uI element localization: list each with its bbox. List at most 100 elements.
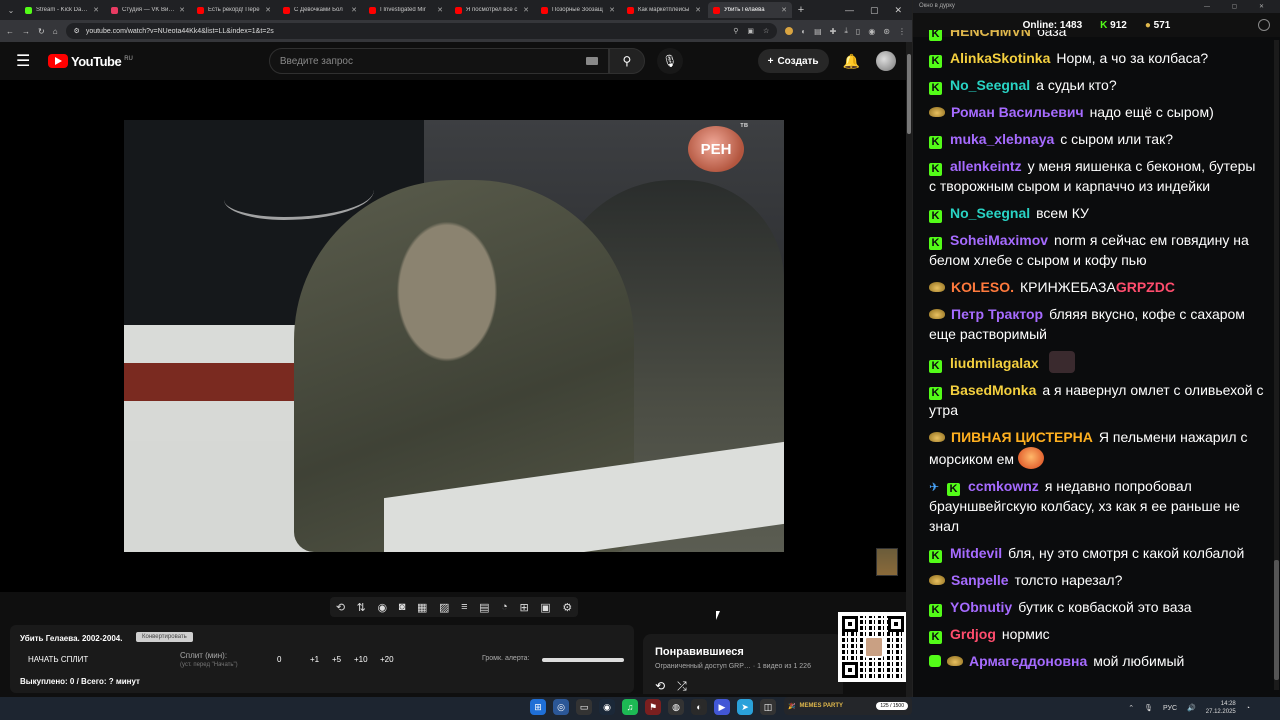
video-player[interactable]: РЕН тв [0, 80, 906, 592]
audio-icon[interactable]: ◉ [378, 601, 388, 614]
scrollbar-thumb[interactable] [907, 54, 911, 134]
browser-tab[interactable]: Есть рекорд! Пере ✕ [192, 2, 276, 18]
site-info-icon[interactable]: ⚙ [74, 27, 80, 35]
split-plus-20-button[interactable]: +20 [380, 655, 394, 664]
obs-icon[interactable]: ◍ [668, 699, 684, 715]
chat-scrollbar[interactable] [1274, 40, 1279, 690]
minimize-icon[interactable]: — [845, 5, 854, 16]
tab-close-icon[interactable]: ✕ [609, 6, 615, 14]
chat-username[interactable]: HENCHMVN [950, 30, 1031, 39]
keyboard-icon[interactable] [585, 57, 598, 65]
chat-username[interactable]: AlinkaSkotinka [950, 50, 1050, 66]
chat-window-controls[interactable]: — ▢ ✕ [1204, 3, 1274, 10]
browser-tab[interactable]: Убить Гелаева ✕ [708, 2, 792, 18]
frames-icon[interactable]: ▤ [479, 601, 489, 614]
browser-tab[interactable]: Stream - Kick Dashb ✕ [20, 2, 104, 18]
telegram-icon[interactable]: ➤ [737, 699, 753, 715]
player-icon[interactable]: ▶ [714, 699, 730, 715]
tab-close-icon[interactable]: ✕ [437, 6, 443, 14]
alert-volume-slider[interactable] [542, 658, 624, 662]
chat-username[interactable]: Sanpelle [951, 572, 1009, 588]
new-tab-button[interactable]: + [794, 4, 808, 16]
sort-icon[interactable]: ⇅ [357, 601, 366, 614]
browser-tab[interactable]: Как маркетплейсы ✕ [622, 2, 706, 18]
tab-search-icon[interactable]: ⌄ [4, 6, 18, 15]
chat-username[interactable]: ПИВНАЯ ЦИСТЕРНА [951, 429, 1093, 445]
voice-search-button[interactable]: 🎙 [656, 48, 683, 74]
browser-tab[interactable]: Я посмотрел все с ✕ [450, 2, 534, 18]
tab-close-icon[interactable]: ✕ [523, 6, 529, 14]
bookmark-star-icon[interactable]: ☆ [763, 27, 769, 35]
home-icon[interactable]: ⌂ [53, 27, 58, 36]
puzzle-icon[interactable]: ✚ [830, 27, 837, 36]
search-button[interactable]: ⚲ [608, 48, 645, 74]
chat-username[interactable]: Роман Васильевич [951, 104, 1084, 120]
chat-username[interactable]: ccmkownz [968, 478, 1039, 494]
notifications-bell-icon[interactable]: 🔔 [843, 53, 860, 70]
add-screenshot-icon[interactable]: ⊞ [519, 601, 528, 614]
chat-username[interactable]: muka_xlebnaya [950, 131, 1054, 147]
app-2-icon[interactable]: ◫ [760, 699, 776, 715]
youtube-logo[interactable]: YouTube RU [48, 54, 133, 69]
extension-icon[interactable] [785, 27, 794, 35]
profile-icon[interactable]: ◉ [868, 27, 875, 36]
screen-icon[interactable]: ▨ [439, 601, 449, 614]
cast-icon[interactable]: ▣ [747, 27, 754, 35]
split-plus-1-button[interactable]: +1 [310, 655, 319, 664]
browser-tab[interactable]: С Девочками Бол ✕ [278, 2, 362, 18]
avatar[interactable] [876, 51, 896, 71]
convert-button[interactable]: Конвертировать [136, 632, 193, 642]
extension-3-icon[interactable]: ▤ [814, 27, 822, 36]
maximize-icon[interactable]: ▢ [870, 5, 879, 16]
tab-close-icon[interactable]: ✕ [179, 6, 185, 14]
chat-username[interactable]: Петр Трактор [951, 306, 1043, 322]
url-field[interactable]: ⚙ youtube.com/watch?v=NUeota44Kk4&list=L… [65, 23, 778, 39]
forward-icon[interactable]: → [22, 27, 30, 36]
tab-close-icon[interactable]: ✕ [93, 6, 99, 14]
discord-icon[interactable]: ◐ [691, 699, 707, 715]
chat-username[interactable]: No_Seegnal [950, 77, 1030, 93]
browser-tab[interactable]: I Investigated Mir ✕ [364, 2, 448, 18]
split-plus-5-button[interactable]: +5 [332, 655, 341, 664]
browser-tab[interactable]: Позорные Зоозащ ✕ [536, 2, 620, 18]
camera-icon[interactable]: ◙ [399, 601, 406, 613]
split-value[interactable]: 0 [277, 655, 281, 664]
menu-dots-icon[interactable]: ⋮ [898, 27, 906, 36]
folder-icon[interactable]: ▭ [576, 699, 592, 715]
chat-username[interactable]: KOLESO. [951, 279, 1014, 295]
steam-icon[interactable]: ◉ [599, 699, 615, 715]
chat-username[interactable]: YObnutiy [950, 599, 1012, 615]
chat-username[interactable]: SoheiMaximov [950, 232, 1048, 248]
start-split-button[interactable]: НАЧАТЬ СПЛИТ [28, 655, 88, 664]
sync-icon[interactable]: ⊛ [883, 27, 890, 36]
create-button[interactable]: + Создать [757, 49, 829, 73]
tab-close-icon[interactable]: ✕ [781, 6, 787, 14]
volume-icon[interactable]: 🔊 [1187, 704, 1196, 712]
shuffle-icon[interactable]: ⤮ [677, 679, 687, 694]
screenshot-icon[interactable]: ▣ [540, 601, 550, 614]
split-plus-10-button[interactable]: +10 [354, 655, 368, 664]
mic-tray-icon[interactable]: 🎙 [1144, 704, 1153, 712]
menu-icon[interactable]: ☰ [16, 51, 40, 71]
spotify-icon[interactable]: ♫ [622, 699, 638, 715]
loop-icon[interactable]: ⟲ [336, 601, 345, 614]
chat-scrollbar-thumb[interactable] [1274, 560, 1279, 680]
clock[interactable]: 14:28 27.12.2025 [1206, 700, 1236, 716]
chrome-icon[interactable]: ◎ [553, 699, 569, 715]
zoom-icon[interactable]: ⚲ [733, 27, 738, 35]
tab-close-icon[interactable]: ✕ [695, 6, 701, 14]
tray-chevron-icon[interactable]: ⌃ [1128, 704, 1134, 712]
reload-icon[interactable]: ↻ [38, 27, 45, 36]
notifications-icon[interactable]: ◔ [1246, 705, 1250, 712]
cinema-icon[interactable]: ▦ [417, 601, 427, 614]
settings-gear-icon[interactable]: ⚙ [562, 601, 572, 614]
back-icon[interactable]: ← [6, 27, 14, 36]
extension-2-icon[interactable]: ◐ [801, 27, 806, 36]
search-input[interactable]: Введите запрос [268, 48, 609, 74]
chat-username[interactable]: Mitdevil [950, 545, 1002, 561]
channel-watermark[interactable] [876, 548, 898, 576]
chat-username[interactable]: Grdjog [950, 626, 996, 642]
browser-tab[interactable]: Студия — VK Видео ✕ [106, 2, 190, 18]
sidebar-icon[interactable]: ▯ [856, 27, 860, 36]
chat-username[interactable]: allenkeintz [950, 158, 1022, 174]
